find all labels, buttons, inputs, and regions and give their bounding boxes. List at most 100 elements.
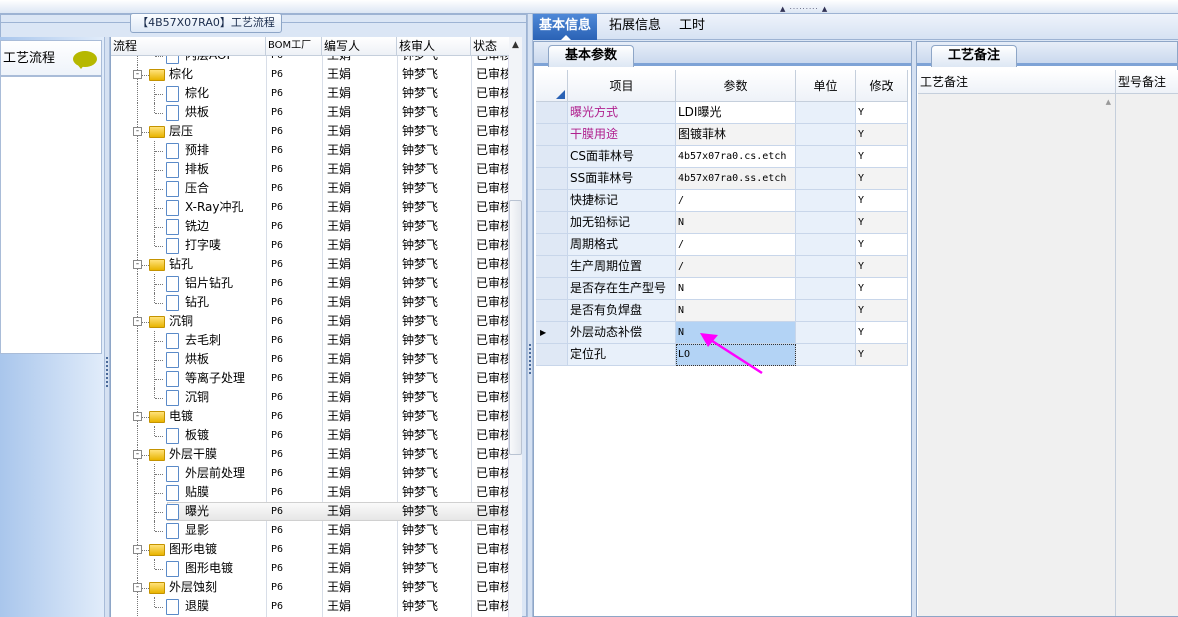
- param-unit-cell[interactable]: [796, 234, 856, 256]
- row-selector[interactable]: [536, 344, 568, 366]
- param-unit-cell[interactable]: [796, 344, 856, 366]
- param-unit-cell[interactable]: [796, 322, 856, 344]
- col-header-item[interactable]: 项目: [568, 70, 676, 102]
- tab-basic-params[interactable]: 基本参数: [548, 45, 634, 67]
- row-selector[interactable]: [536, 212, 568, 234]
- param-value-cell[interactable]: 图镀菲林: [676, 124, 796, 146]
- tree-item-row[interactable]: 烘板 P6 王娟 钟梦飞 已审核: [111, 103, 509, 122]
- splitter-grip[interactable]: ▲ ········· ▲: [780, 6, 850, 13]
- param-modify-cell[interactable]: Y: [856, 300, 908, 322]
- param-value-cell[interactable]: /: [676, 190, 796, 212]
- tree-item-row[interactable]: 铣边 P6 王娟 钟梦飞 已审核: [111, 217, 509, 236]
- row-header-corner[interactable]: [536, 70, 568, 102]
- collapse-icon[interactable]: -: [133, 260, 142, 269]
- tree-folder-row[interactable]: - 外层干膜 P6 王娟 钟梦飞 已审核: [111, 445, 509, 464]
- row-selector[interactable]: [536, 190, 568, 212]
- row-selector[interactable]: [536, 256, 568, 278]
- param-row[interactable]: 是否存在生产型号 N Y: [536, 278, 908, 300]
- top-splitter[interactable]: [0, 0, 1178, 14]
- col-header-process-notes[interactable]: 工艺备注: [918, 70, 1116, 94]
- param-modify-cell[interactable]: Y: [856, 322, 908, 344]
- tree-item-row[interactable]: 等离子处理 P6 王娟 钟梦飞 已审核: [111, 369, 509, 388]
- tree-folder-row[interactable]: - 棕化 P6 王娟 钟梦飞 已审核: [111, 65, 509, 84]
- tree-item-row[interactable]: 去毛刺 P6 王娟 钟梦飞 已审核: [111, 331, 509, 350]
- param-modify-cell[interactable]: Y: [856, 278, 908, 300]
- param-unit-cell[interactable]: [796, 190, 856, 212]
- tree-item-row[interactable]: 沉铜 P6 王娟 钟梦飞 已审核: [111, 388, 509, 407]
- collapse-icon[interactable]: -: [133, 70, 142, 79]
- tree-item-row[interactable]: 压合 P6 王娟 钟梦飞 已审核: [111, 179, 509, 198]
- process-notes-textarea[interactable]: ▲: [918, 94, 1116, 616]
- param-value-cell[interactable]: /: [676, 234, 796, 256]
- row-selector[interactable]: [536, 146, 568, 168]
- param-unit-cell[interactable]: [796, 212, 856, 234]
- param-value-cell[interactable]: 4b57x07ra0.cs.etch: [676, 146, 796, 168]
- param-value-cell[interactable]: /: [676, 256, 796, 278]
- tree-item-row[interactable]: X-Ray冲孔 P6 王娟 钟梦飞 已审核: [111, 198, 509, 217]
- col-header-bom[interactable]: BOM工厂: [266, 37, 322, 56]
- param-row[interactable]: 生产周期位置 / Y: [536, 256, 908, 278]
- collapse-icon[interactable]: -: [133, 450, 142, 459]
- param-modify-cell[interactable]: Y: [856, 256, 908, 278]
- tree-item-row[interactable]: 贴膜 P6 王娟 钟梦飞 已审核: [111, 483, 509, 502]
- tree-item-row[interactable]: 烘板 P6 王娟 钟梦飞 已审核: [111, 350, 509, 369]
- param-unit-cell[interactable]: [796, 146, 856, 168]
- tree-folder-row[interactable]: - 外层蚀刻 P6 王娟 钟梦飞 已审核: [111, 578, 509, 597]
- tree-item-row[interactable]: 排板 P6 王娟 钟梦飞 已审核: [111, 160, 509, 179]
- param-unit-cell[interactable]: [796, 124, 856, 146]
- param-modify-cell[interactable]: Y: [856, 344, 908, 366]
- tree-item-row[interactable]: 板镀 P6 王娟 钟梦飞 已审核: [111, 426, 509, 445]
- col-header-writer[interactable]: 编写人: [322, 37, 397, 56]
- param-modify-cell[interactable]: Y: [856, 146, 908, 168]
- tree-item-row[interactable]: 显影 P6 王娟 钟梦飞 已审核: [111, 521, 509, 540]
- tree-item-row[interactable]: 棕化 P6 王娟 钟梦飞 已审核: [111, 84, 509, 103]
- row-selector[interactable]: [536, 234, 568, 256]
- tab-extended-info[interactable]: 拓展信息: [603, 14, 667, 40]
- nav-header[interactable]: 工艺流程: [0, 40, 102, 76]
- param-unit-cell[interactable]: [796, 168, 856, 190]
- param-row[interactable]: 干膜用途 图镀菲林 Y: [536, 124, 908, 146]
- model-notes-textarea[interactable]: [1116, 94, 1178, 616]
- collapse-icon[interactable]: -: [133, 127, 142, 136]
- param-row[interactable]: CS面菲林号 4b57x07ra0.cs.etch Y: [536, 146, 908, 168]
- row-selector[interactable]: [536, 124, 568, 146]
- collapse-icon[interactable]: -: [133, 545, 142, 554]
- param-unit-cell[interactable]: [796, 102, 856, 124]
- tab-basic-info[interactable]: 基本信息: [533, 14, 598, 40]
- param-row[interactable]: 快捷标记 / Y: [536, 190, 908, 212]
- tree-folder-row[interactable]: - 沉铜 P6 王娟 钟梦飞 已审核: [111, 312, 509, 331]
- tree-item-row[interactable]: 预排 P6 王娟 钟梦飞 已审核: [111, 141, 509, 160]
- param-value-cell[interactable]: 4b57x07ra0.ss.etch: [676, 168, 796, 190]
- col-header-reviewer[interactable]: 核审人: [397, 37, 471, 56]
- col-header-model-notes[interactable]: 型号备注: [1116, 70, 1178, 94]
- row-selector[interactable]: [536, 168, 568, 190]
- collapse-icon[interactable]: -: [133, 583, 142, 592]
- tree-item-row[interactable]: 钻孔 P6 王娟 钟梦飞 已审核: [111, 293, 509, 312]
- tree-folder-row[interactable]: - 电镀 P6 王娟 钟梦飞 已审核: [111, 407, 509, 426]
- col-header-unit[interactable]: 单位: [796, 70, 856, 102]
- param-row[interactable]: SS面菲林号 4b57x07ra0.ss.etch Y: [536, 168, 908, 190]
- param-value-cell[interactable]: N: [676, 212, 796, 234]
- param-modify-cell[interactable]: Y: [856, 168, 908, 190]
- col-header-status[interactable]: 状态: [471, 37, 509, 56]
- tree-item-row[interactable]: 曝光 P6 王娟 钟梦飞 已审核: [111, 502, 509, 521]
- col-header-value[interactable]: 参数: [676, 70, 796, 102]
- param-unit-cell[interactable]: [796, 256, 856, 278]
- tree-scrollbar-thumb[interactable]: [509, 200, 522, 455]
- col-header-modify[interactable]: 修改: [856, 70, 908, 102]
- row-selector[interactable]: [536, 102, 568, 124]
- param-value-cell[interactable]: N: [676, 278, 796, 300]
- tab-process-notes[interactable]: 工艺备注: [931, 45, 1017, 67]
- param-modify-cell[interactable]: Y: [856, 124, 908, 146]
- tab-work-hours[interactable]: 工时: [673, 14, 711, 40]
- col-header-flow[interactable]: 流程: [111, 37, 266, 56]
- param-modify-cell[interactable]: Y: [856, 102, 908, 124]
- row-selector[interactable]: ▶: [536, 322, 568, 344]
- param-row[interactable]: 曝光方式 LDI曝光 Y: [536, 102, 908, 124]
- param-modify-cell[interactable]: Y: [856, 190, 908, 212]
- tree-folder-row[interactable]: - 钻孔 P6 王娟 钟梦飞 已审核: [111, 255, 509, 274]
- param-row[interactable]: 加无铅标记 N Y: [536, 212, 908, 234]
- tree-folder-row[interactable]: - 层压 P6 王娟 钟梦飞 已审核: [111, 122, 509, 141]
- collapse-icon[interactable]: -: [133, 317, 142, 326]
- tree-folder-row[interactable]: - 图形电镀 P6 王娟 钟梦飞 已审核: [111, 540, 509, 559]
